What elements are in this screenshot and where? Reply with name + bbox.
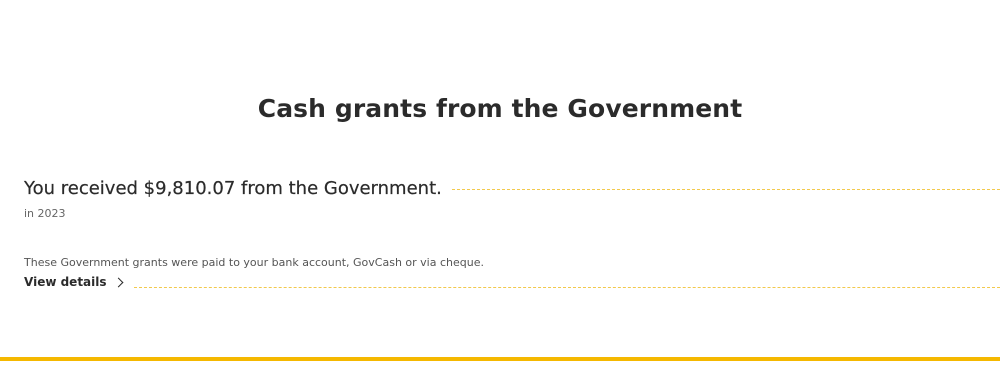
grants-description: These Government grants were paid to you… bbox=[24, 256, 484, 269]
dashed-divider bbox=[451, 189, 1000, 190]
accent-bar bbox=[0, 357, 1000, 361]
section-title: Cash grants from the Government bbox=[257, 94, 743, 123]
received-amount-text: You received $9,810.07 from the Governme… bbox=[24, 178, 442, 199]
view-details-link[interactable]: View details bbox=[24, 275, 123, 289]
received-summary-row: You received $9,810.07 from the Governme… bbox=[24, 178, 1000, 199]
year-text: in 2023 bbox=[24, 207, 66, 220]
details-row: View details bbox=[24, 275, 1000, 289]
view-details-label: View details bbox=[24, 275, 107, 289]
chevron-right-icon bbox=[113, 277, 123, 287]
cash-grants-page: Cash grants from the Government You rece… bbox=[0, 0, 1000, 377]
dashed-divider-2 bbox=[133, 286, 1000, 288]
